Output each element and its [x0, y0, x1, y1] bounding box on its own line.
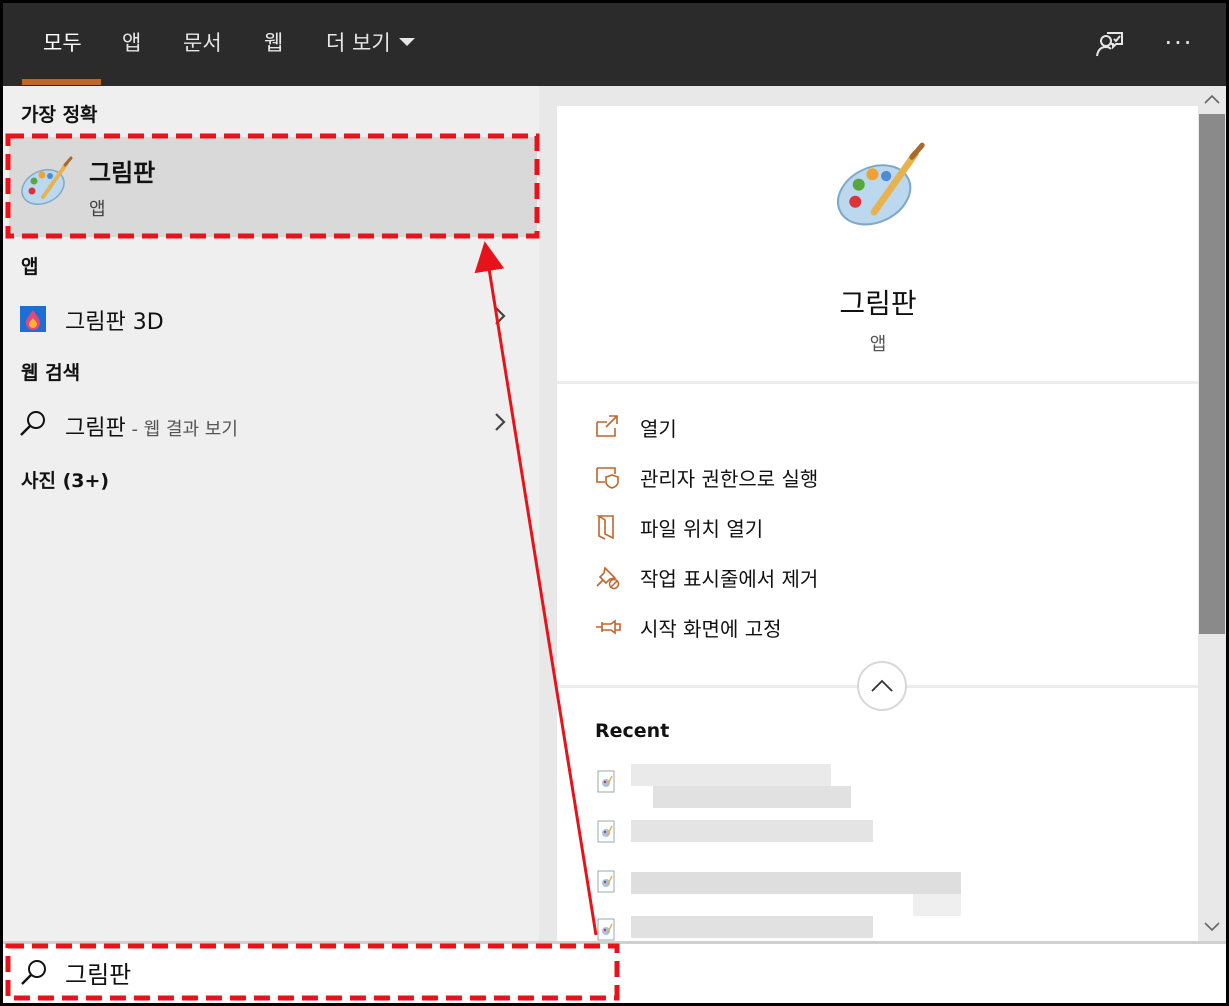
pin-start-label: 시작 화면에 고정	[640, 617, 782, 641]
open-file-location-label: 파일 위치 열기	[640, 517, 764, 541]
search-box[interactable]	[3, 941, 1226, 1003]
tab-more[interactable]: 더 보기	[326, 29, 415, 57]
active-tab-indicator	[22, 79, 101, 85]
feedback-icon	[1096, 32, 1123, 57]
web-result[interactable]: 그림판 - 웹 결과 보기	[3, 400, 539, 448]
scrollbar[interactable]	[1198, 86, 1226, 941]
search-icon	[21, 960, 46, 985]
redacted-text	[631, 764, 831, 786]
collapse-button[interactable]	[857, 661, 907, 711]
recent-file-item[interactable]	[595, 818, 995, 858]
redacted-text	[631, 916, 873, 938]
best-match-heading: 가장 정확	[21, 104, 98, 126]
search-icon	[20, 411, 45, 436]
chevron-right-icon[interactable]	[491, 410, 509, 434]
best-match-result[interactable]: 그림판 앱	[9, 137, 537, 237]
open-file-location-action[interactable]: 파일 위치 열기	[595, 510, 1175, 546]
image-file-icon	[597, 820, 615, 843]
web-result-suffix: - 웹 결과 보기	[125, 419, 238, 440]
open-action-label: 열기	[640, 417, 677, 441]
app-result-label: 그림판 3D	[65, 310, 164, 335]
tab-web[interactable]: 웹	[264, 29, 283, 57]
divider	[557, 381, 1199, 384]
unpin-taskbar-action[interactable]: 작업 표시줄에서 제거	[595, 560, 1175, 596]
web-result-query: 그림판	[65, 416, 126, 441]
photos-heading[interactable]: 사진 (3+)	[21, 466, 109, 493]
pin-icon	[596, 619, 621, 635]
tab-more-label: 더 보기	[326, 31, 391, 55]
redacted-text	[631, 872, 961, 894]
more-options-button[interactable]: ···	[1161, 29, 1197, 61]
best-match-title: 그림판	[89, 159, 156, 187]
redacted-text	[631, 820, 873, 842]
shield-icon	[596, 467, 619, 489]
chevron-right-icon[interactable]	[491, 304, 509, 328]
scroll-up-icon[interactable]	[1202, 90, 1222, 110]
results-list: 가장 정확 그림판 앱 앱 그림판 3D 웹 검색 그림판 - 웹 결과 보기 …	[3, 86, 539, 941]
web-result-label: 그림판 - 웹 결과 보기	[65, 410, 238, 442]
tab-all[interactable]: 모두	[43, 29, 82, 57]
chevron-up-icon	[871, 679, 893, 692]
open-icon	[596, 415, 618, 437]
run-as-admin-label: 관리자 권한으로 실행	[640, 467, 819, 491]
tab-apps[interactable]: 앱	[122, 29, 141, 57]
run-as-admin-action[interactable]: 관리자 권한으로 실행	[595, 460, 1175, 496]
preview-app-name: 그림판	[839, 287, 917, 320]
apps-heading: 앱	[21, 256, 39, 278]
search-input[interactable]	[65, 954, 665, 990]
search-window: 모두 앱 문서 웹 더 보기 ··· 가장 정확 그림판 앱 앱 그림판 3D …	[3, 3, 1226, 1003]
unpin-taskbar-label: 작업 표시줄에서 제거	[640, 567, 819, 591]
preview-card: 그림판 앱 열기 관리자 권한으로 실행 파일 위치 열기 작업 표시줄에서 제…	[557, 106, 1199, 941]
feedback-button[interactable]	[1093, 29, 1125, 61]
recent-heading: Recent	[595, 720, 670, 742]
paint3d-icon	[20, 306, 46, 332]
paint-palette-icon	[21, 156, 73, 205]
recent-file-item[interactable]	[595, 764, 995, 808]
image-file-icon	[597, 918, 615, 941]
scroll-down-icon[interactable]	[1202, 916, 1222, 936]
recent-file-item[interactable]	[595, 868, 995, 916]
preview-app-type: 앱	[869, 334, 887, 355]
image-file-icon	[597, 770, 615, 793]
best-match-subtitle: 앱	[89, 199, 106, 220]
tab-documents[interactable]: 문서	[183, 29, 222, 57]
web-search-heading: 웹 검색	[21, 362, 81, 384]
filter-bar: 모두 앱 문서 웹 더 보기 ···	[3, 3, 1226, 86]
recent-file-item[interactable]	[595, 912, 995, 941]
app-result-paint3d[interactable]: 그림판 3D	[3, 294, 539, 342]
open-action[interactable]: 열기	[595, 410, 1175, 446]
redacted-text	[653, 786, 851, 808]
image-file-icon	[597, 870, 615, 893]
paint-palette-icon	[837, 142, 925, 226]
scrollbar-thumb[interactable]	[1199, 114, 1225, 634]
file-location-icon	[596, 515, 614, 540]
unpin-icon	[596, 566, 620, 590]
chevron-down-icon	[398, 38, 415, 46]
pin-start-action[interactable]: 시작 화면에 고정	[595, 610, 1175, 646]
preview-pane: 그림판 앱 열기 관리자 권한으로 실행 파일 위치 열기 작업 표시줄에서 제…	[539, 86, 1226, 941]
